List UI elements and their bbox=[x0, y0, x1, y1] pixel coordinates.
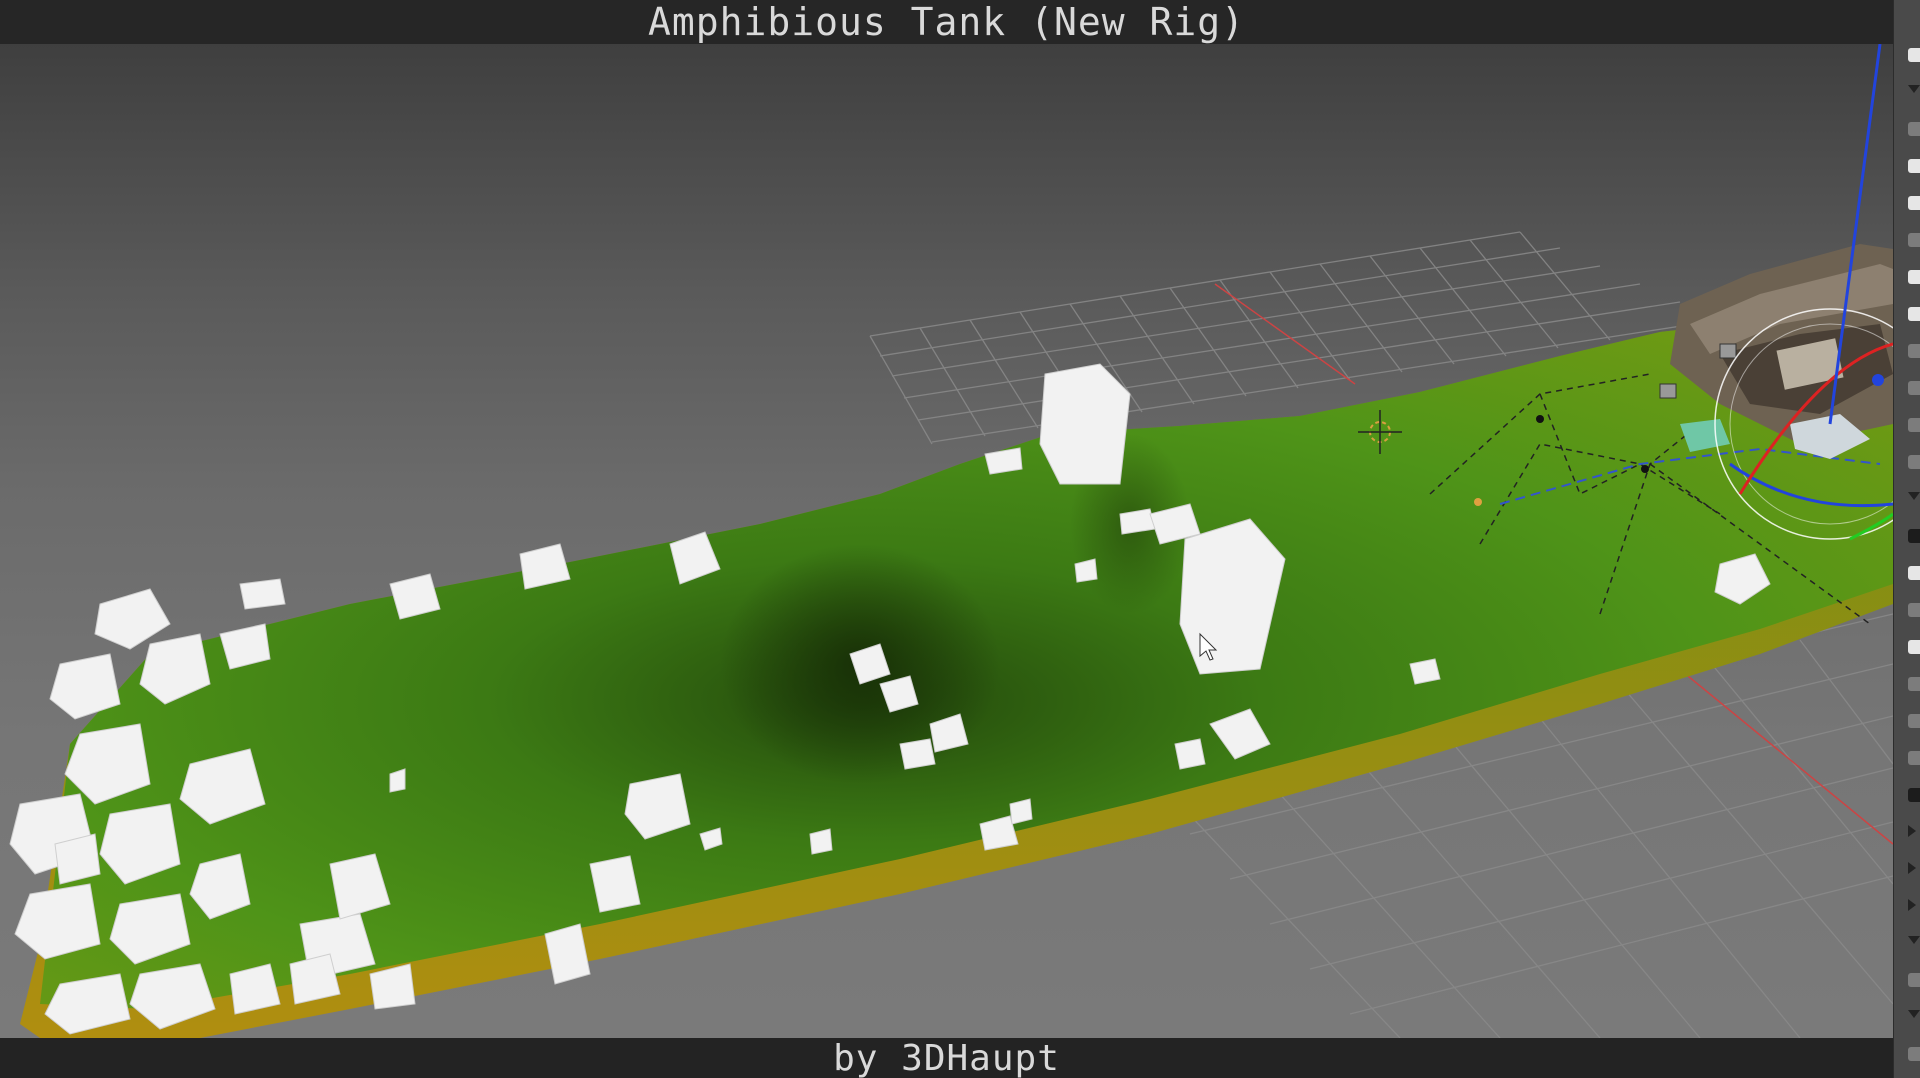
properties-strip-item[interactable] bbox=[1908, 492, 1920, 500]
video-title: Amphibious Tank (New Rig) bbox=[648, 0, 1245, 44]
properties-strip-item[interactable] bbox=[1908, 270, 1920, 284]
properties-strip-item[interactable] bbox=[1908, 973, 1920, 987]
properties-strip-item[interactable] bbox=[1908, 566, 1920, 580]
properties-strip-item[interactable] bbox=[1908, 48, 1920, 62]
properties-strip-item[interactable] bbox=[1908, 196, 1920, 210]
properties-strip-item[interactable] bbox=[1908, 603, 1920, 617]
blender-window: Amphibious Tank (New Rig) by 3DHaupt bbox=[0, 0, 1920, 1078]
properties-strip-item[interactable] bbox=[1908, 751, 1920, 765]
properties-strip-item[interactable] bbox=[1908, 159, 1920, 173]
properties-panel-edge[interactable] bbox=[1893, 0, 1920, 1078]
properties-strip-item[interactable] bbox=[1908, 85, 1920, 93]
properties-strip-item[interactable] bbox=[1908, 899, 1916, 911]
viewport-scene[interactable] bbox=[0, 44, 1893, 1038]
properties-strip-item[interactable] bbox=[1908, 1047, 1920, 1061]
properties-strip-item[interactable] bbox=[1908, 714, 1920, 728]
properties-strip-item[interactable] bbox=[1908, 640, 1920, 654]
title-bar: Amphibious Tank (New Rig) bbox=[0, 0, 1893, 44]
3d-viewport[interactable] bbox=[0, 44, 1893, 1038]
properties-strip-item[interactable] bbox=[1908, 862, 1916, 874]
properties-strip-item[interactable] bbox=[1908, 418, 1920, 432]
properties-strip-item[interactable] bbox=[1908, 825, 1916, 837]
rig-pivot[interactable] bbox=[1474, 498, 1482, 506]
properties-strip-item[interactable] bbox=[1908, 122, 1920, 136]
properties-strip-item[interactable] bbox=[1908, 381, 1920, 395]
properties-strip-item[interactable] bbox=[1908, 1010, 1920, 1018]
properties-strip-item[interactable] bbox=[1908, 529, 1920, 543]
amphibious-tank-model[interactable] bbox=[1659, 244, 1893, 459]
rig-joint[interactable] bbox=[1641, 465, 1649, 473]
properties-strip-item[interactable] bbox=[1908, 344, 1920, 358]
properties-strip-item[interactable] bbox=[1908, 677, 1920, 691]
rig-joint[interactable] bbox=[1536, 415, 1544, 423]
properties-strip-item[interactable] bbox=[1908, 455, 1920, 469]
properties-strip-item[interactable] bbox=[1908, 233, 1920, 247]
properties-strip-item[interactable] bbox=[1908, 307, 1920, 321]
footer-bar: by 3DHaupt bbox=[0, 1038, 1893, 1078]
properties-strip-item[interactable] bbox=[1908, 936, 1920, 944]
properties-strip-item[interactable] bbox=[1908, 788, 1920, 802]
video-credit: by 3DHaupt bbox=[833, 1037, 1060, 1078]
